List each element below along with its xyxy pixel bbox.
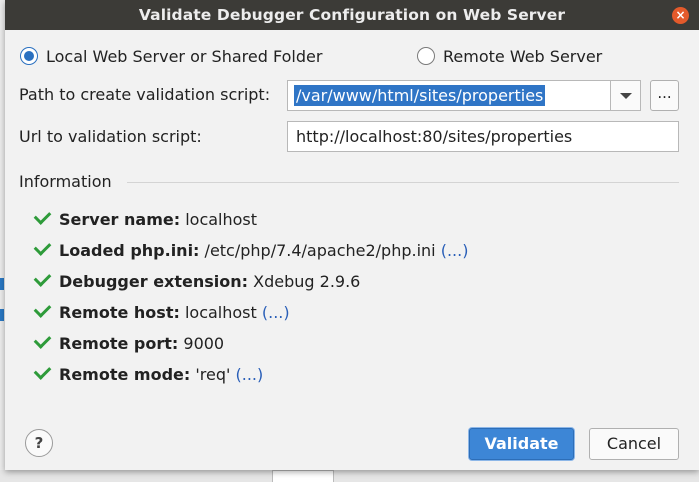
radio-unchecked-icon[interactable] — [417, 47, 435, 65]
check-icon — [33, 362, 52, 380]
info-item-loaded-php-ini: Loaded php.ini: /etc/php/7.4/apache2/php… — [33, 238, 469, 263]
dialog-title: Validate Debugger Configuration on Web S… — [138, 6, 566, 24]
validate-debugger-dialog: Validate Debugger Configuration on Web S… — [5, 0, 699, 470]
background-window-bottom — [0, 470, 699, 482]
info-value: Xdebug 2.9.6 — [253, 272, 361, 291]
info-item-debugger-extension: Debugger extension: Xdebug 2.9.6 — [33, 269, 361, 294]
browse-button[interactable]: ... — [650, 80, 679, 111]
path-input[interactable]: /var/www/html/sites/properties — [294, 85, 546, 106]
info-value: /etc/php/7.4/apache2/php.ini — [204, 241, 436, 260]
check-icon — [33, 238, 52, 256]
radio-local-web-server[interactable]: Local Web Server or Shared Folder — [20, 47, 322, 67]
info-key: Remote host: — [59, 303, 180, 322]
more-link[interactable]: (...) — [262, 303, 290, 322]
info-value: 'req' — [195, 365, 231, 384]
information-separator — [127, 182, 679, 183]
check-icon — [33, 331, 52, 349]
close-button[interactable]: × — [672, 7, 689, 24]
radio-local-label: Local Web Server or Shared Folder — [46, 47, 323, 66]
more-link[interactable]: (...) — [441, 241, 469, 260]
info-key: Debugger extension: — [59, 272, 249, 291]
url-label: Url to validation script: — [19, 127, 202, 146]
info-item-remote-port: Remote port: 9000 — [33, 331, 225, 356]
radio-checked-icon[interactable] — [20, 47, 38, 65]
info-value: localhost — [185, 210, 258, 229]
info-key: Remote mode: — [59, 365, 191, 384]
background-marker — [0, 309, 4, 321]
info-item-remote-host: Remote host: localhost (...) — [33, 300, 290, 325]
help-button[interactable]: ? — [25, 429, 53, 457]
info-key: Server name: — [59, 210, 181, 229]
info-value: localhost — [184, 303, 257, 322]
info-key: Remote port: — [59, 334, 179, 353]
path-label: Path to create validation script: — [19, 85, 271, 104]
check-icon — [33, 300, 52, 318]
title-bar: Validate Debugger Configuration on Web S… — [5, 0, 699, 30]
information-heading: Information — [19, 172, 112, 191]
background-field — [272, 470, 334, 482]
validate-button[interactable]: Validate — [469, 428, 574, 460]
info-key: Loaded php.ini: — [59, 241, 200, 260]
path-combobox[interactable]: /var/www/html/sites/properties — [287, 80, 641, 111]
radio-remote-web-server[interactable]: Remote Web Server — [417, 47, 602, 67]
info-item-remote-mode: Remote mode: 'req' (...) — [33, 362, 264, 387]
chevron-down-icon[interactable] — [610, 81, 640, 110]
info-item-server-name: Server name: localhost — [33, 207, 258, 232]
check-icon — [33, 207, 52, 225]
cancel-button[interactable]: Cancel — [589, 428, 679, 460]
info-value: 9000 — [183, 334, 225, 353]
background-marker — [0, 278, 4, 290]
more-link[interactable]: (...) — [236, 365, 264, 384]
url-input[interactable]: http://localhost:80/sites/properties — [287, 121, 679, 152]
check-icon — [33, 269, 52, 287]
radio-remote-label: Remote Web Server — [443, 47, 603, 66]
